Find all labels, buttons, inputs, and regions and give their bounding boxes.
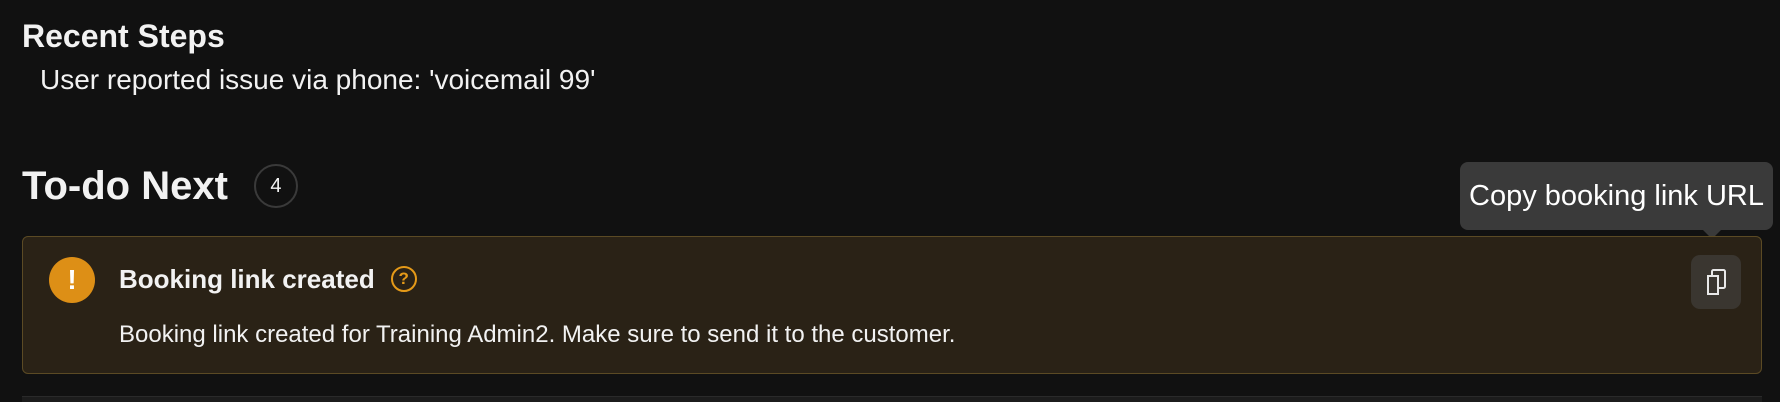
card-title: Booking link created xyxy=(119,264,375,294)
todo-title: To-do Next xyxy=(22,164,228,208)
copy-link-tooltip: Copy booking link URL xyxy=(1460,162,1773,230)
copy-booking-link-button[interactable] xyxy=(1691,255,1741,309)
copy-icon xyxy=(1707,269,1726,295)
help-icon[interactable]: ? xyxy=(390,266,417,292)
recent-steps-title: Recent Steps xyxy=(22,18,225,54)
next-card-edge xyxy=(22,396,1762,402)
todo-card-booking-link: ! Booking link created ? Booking link cr… xyxy=(22,236,1762,374)
page: Recent Steps User reported issue via pho… xyxy=(0,0,1780,402)
warning-icon: ! xyxy=(49,257,95,303)
recent-steps-section: Recent Steps xyxy=(22,16,225,56)
recent-step-item: User reported issue via phone: 'voicemai… xyxy=(40,64,596,95)
todo-header: To-do Next 4 xyxy=(22,160,298,212)
card-title-row: Booking link created ? xyxy=(119,261,417,297)
card-description: Booking link created for Training Admin2… xyxy=(119,321,956,348)
todo-count-badge: 4 xyxy=(253,164,298,208)
